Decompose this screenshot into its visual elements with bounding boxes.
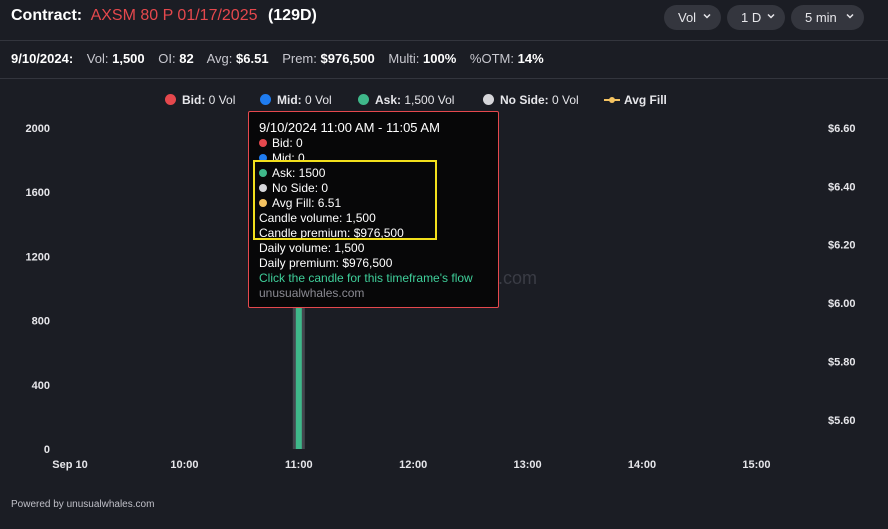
tooltip-title: 9/10/2024 11:00 AM - 11:05 AM [259, 120, 440, 135]
y2-tick-label: $6.60 [828, 123, 856, 135]
y2-tick-label: $6.40 [828, 181, 856, 193]
highlight-box [253, 160, 437, 240]
y-tick-label: 400 [32, 380, 50, 392]
x-tick-label: 12:00 [399, 459, 427, 471]
tooltip-watermark: unusualwhales.com [259, 286, 365, 300]
tooltip-daily-volume: Daily volume: 1,500 [259, 241, 365, 255]
y-tick-label: 800 [32, 316, 50, 328]
tooltip-daily-premium: Daily premium: $976,500 [259, 256, 393, 270]
y2-tick-label: $5.60 [828, 415, 856, 427]
y2-tick-label: $6.00 [828, 298, 856, 310]
y-tick-label: 1200 [26, 251, 50, 263]
x-tick-label: 11:00 [285, 459, 313, 471]
y-tick-label: 2000 [26, 123, 50, 135]
y-tick-label: 0 [44, 444, 50, 456]
y2-tick-label: $5.80 [828, 356, 856, 368]
x-tick-label: 13:00 [514, 459, 542, 471]
x-tick-label: 10:00 [170, 459, 198, 471]
tooltip-flow-link[interactable]: Click the candle for this timeframe's fl… [259, 271, 473, 285]
x-tick-label: Sep 10 [52, 459, 87, 471]
x-tick-label: 14:00 [628, 459, 656, 471]
y2-tick-label: $6.20 [828, 240, 856, 252]
x-tick-label: 15:00 [742, 459, 770, 471]
tooltip-bid: Bid: 0 [259, 136, 303, 150]
powered-by: Powered by unusualwhales.com [11, 499, 155, 510]
y-tick-label: 1600 [26, 187, 50, 199]
bid-dot-icon [259, 139, 267, 147]
